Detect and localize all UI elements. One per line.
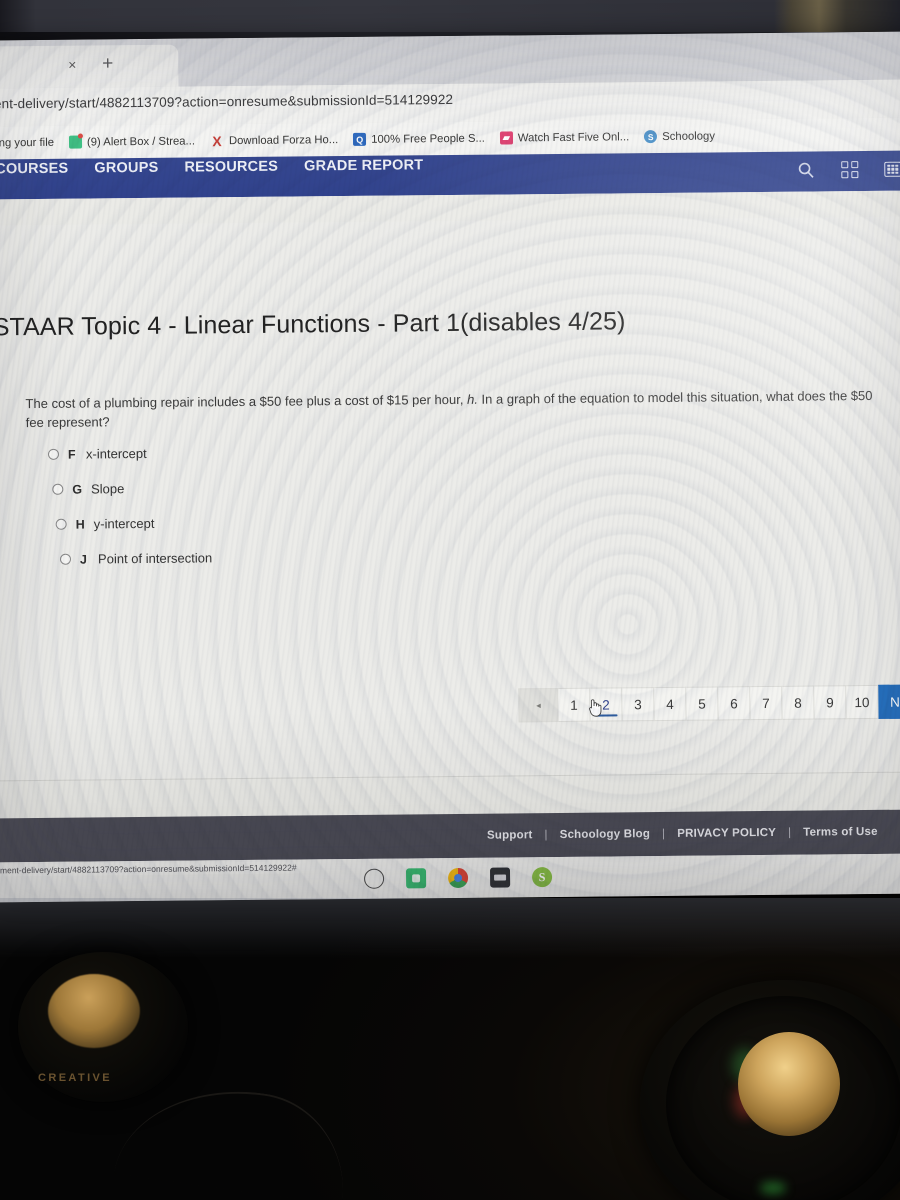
answer-choice-g[interactable]: G Slope — [52, 480, 211, 497]
radio-button[interactable] — [59, 553, 72, 565]
pagination-page-5[interactable]: 5 — [686, 686, 719, 721]
bookmark-label: Schoology — [662, 129, 716, 143]
question-variable: h. — [466, 391, 478, 407]
green-app-icon[interactable] — [405, 868, 427, 889]
browser-tab-strip: × + — [0, 31, 900, 89]
media-icon[interactable] — [489, 867, 511, 888]
pagination-page-3[interactable]: 3 — [622, 687, 655, 722]
bookmark-label: (9) Alert Box / Strea... — [86, 134, 196, 148]
radio-button[interactable] — [55, 518, 67, 530]
bookmark-item[interactable]: X Download Forza Ho... — [210, 132, 339, 149]
pagination-page-1[interactable]: 1 — [558, 687, 591, 722]
answer-choice-j[interactable]: J Point of intersection — [59, 550, 213, 567]
pagination-page-2[interactable]: 2 — [590, 687, 623, 722]
x-icon: X — [212, 132, 222, 149]
schoology-icon[interactable]: S — [531, 867, 553, 888]
choice-label: y-intercept — [93, 515, 155, 532]
chrome-icon[interactable] — [447, 867, 469, 889]
question-text-before: The cost of a plumbing repair includes a… — [25, 391, 468, 412]
footer-link-support[interactable]: Support — [487, 829, 533, 841]
page-title: STAAR Topic 4 - Linear Functions - Part … — [0, 307, 626, 342]
alertbox-icon — [68, 135, 83, 149]
answer-choice-f[interactable]: F x-intercept — [47, 445, 211, 462]
radio-button[interactable] — [52, 483, 64, 495]
choice-label: x-intercept — [85, 445, 147, 462]
choice-label: Slope — [90, 481, 125, 497]
photo-scene: × + ment-delivery/start/4882113709?actio… — [0, 0, 900, 1200]
apps-grid-icon[interactable] — [884, 161, 900, 177]
speaker-brand-label: CREATIVE — [38, 1072, 113, 1084]
question-text: The cost of a plumbing repair includes a… — [25, 387, 889, 433]
question-card: STAAR Topic 4 - Linear Functions - Part … — [0, 216, 900, 782]
bookmark-item[interactable]: (9) Alert Box / Strea... — [68, 134, 196, 149]
search-icon[interactable] — [796, 161, 815, 180]
speaker-led — [760, 1182, 786, 1194]
bookmark-label: erting your file — [0, 136, 55, 149]
pagination-next-button[interactable]: N — [878, 684, 900, 719]
choice-key: J — [79, 552, 88, 567]
new-tab-icon[interactable]: + — [102, 53, 113, 74]
pagination-page-9[interactable]: 9 — [814, 685, 847, 720]
pagination-prev[interactable]: ◂ — [518, 687, 559, 723]
video-icon: ▰ — [499, 131, 513, 145]
choice-key: G — [72, 482, 83, 497]
footer-separator: | — [544, 829, 548, 842]
bookmark-item[interactable]: erting your file — [0, 136, 54, 149]
close-icon[interactable]: × — [68, 57, 76, 73]
speaker-cone — [738, 1032, 840, 1136]
search-icon: Q — [353, 132, 367, 146]
answer-choice-h[interactable]: H y-intercept — [55, 515, 212, 532]
pagination-page-8[interactable]: 8 — [782, 685, 815, 720]
footer-link-terms-of-use[interactable]: Terms of Use — [803, 826, 878, 839]
nav-item-courses[interactable]: COURSES — [0, 161, 68, 178]
schoology-icon: S — [644, 130, 658, 144]
pagination-page-7[interactable]: 7 — [750, 685, 783, 721]
pagination-page-6[interactable]: 6 — [718, 686, 751, 721]
nav-item-resources[interactable]: RESOURCES — [184, 159, 278, 176]
choice-key: F — [67, 447, 76, 462]
status-bar-url: ment-delivery/start/4882113709?action=on… — [0, 861, 301, 877]
monitor-screen: × + ment-delivery/start/4882113709?actio… — [0, 31, 900, 903]
browser-tab[interactable] — [0, 44, 179, 89]
bookmark-item[interactable]: Q 100% Free People S... — [353, 132, 485, 146]
pagination: ◂ 1 2 3 4 5 6 7 8 9 10 N — [518, 684, 900, 723]
footer-separator: | — [788, 826, 792, 839]
nav-item-grade-report[interactable]: GRADE REPORT — [304, 157, 423, 174]
bookmark-label: 100% Free People S... — [371, 132, 485, 146]
footer-link-privacy-policy[interactable]: PRIVACY POLICY — [677, 827, 776, 840]
bookmark-label: Download Forza Ho... — [228, 133, 339, 147]
url-text: ment-delivery/start/4882113709?action=on… — [0, 91, 454, 112]
radio-button[interactable] — [47, 448, 60, 460]
footer-separator: | — [661, 827, 666, 841]
bookmark-item[interactable]: S Schoology — [644, 129, 716, 144]
footer-link-schoology-blog[interactable]: Schoology Blog — [560, 828, 650, 841]
pagination-page-4[interactable]: 4 — [654, 686, 687, 722]
desk-sheen — [0, 898, 900, 958]
bookmark-item[interactable]: ▰ Watch Fast Five Onl... — [499, 130, 630, 145]
bookmark-label: Watch Fast Five Onl... — [517, 130, 630, 144]
grid-icon[interactable] — [841, 161, 859, 179]
speaker-cone — [48, 974, 140, 1048]
answer-choices: F x-intercept G Slope H y-intercept J Po… — [47, 445, 213, 567]
assessment-page: STAAR Topic 4 - Linear Functions - Part … — [0, 190, 900, 903]
nav-item-groups[interactable]: GROUPS — [94, 160, 158, 177]
choice-key: H — [75, 517, 85, 532]
choice-label: Point of intersection — [97, 550, 213, 567]
cortana-circle-icon[interactable] — [363, 868, 385, 889]
pagination-page-10[interactable]: 10 — [846, 684, 879, 720]
